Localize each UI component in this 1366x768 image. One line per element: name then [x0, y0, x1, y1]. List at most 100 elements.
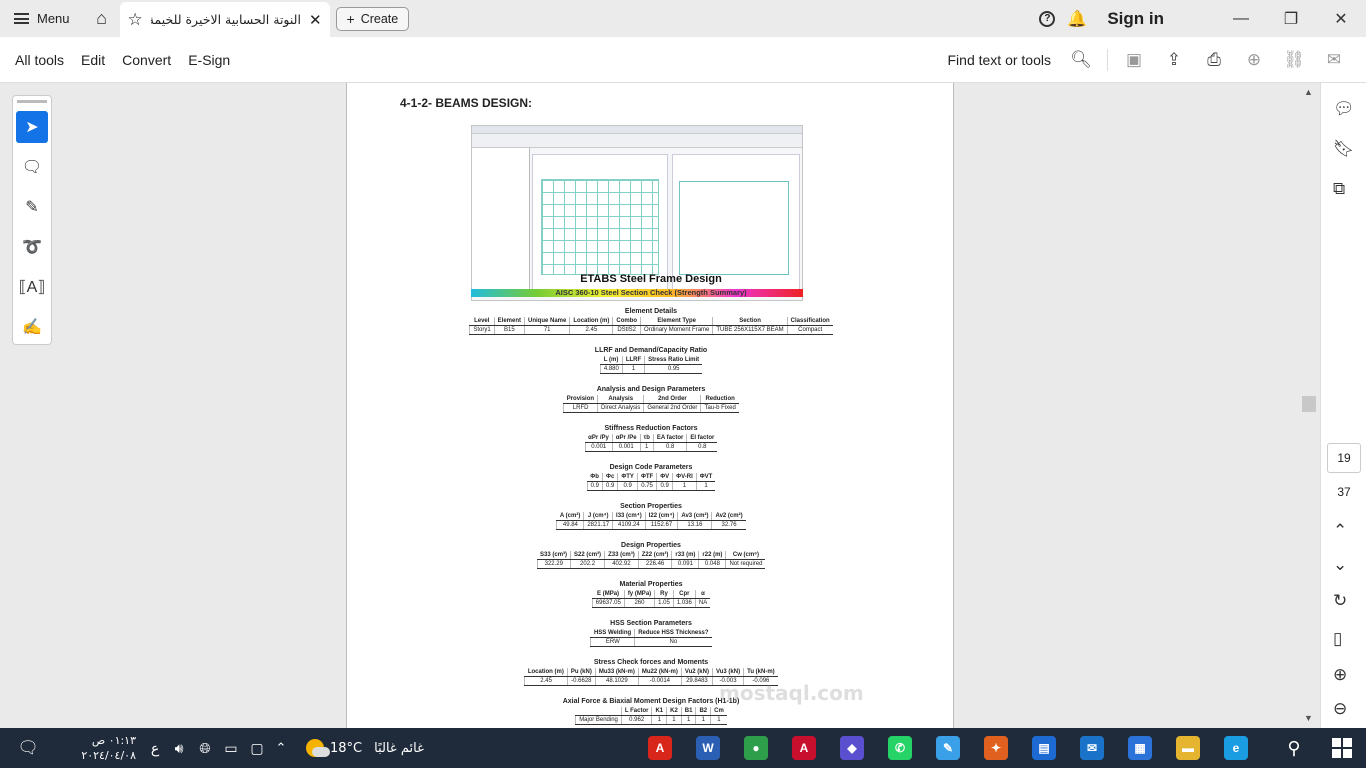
data-table: L Factor K1 K2 B1 B2 Cm Major Bending 0.962 1 1 1 1…	[575, 707, 727, 725]
sign-icon[interactable]: ✍	[16, 311, 48, 343]
taskbar-app[interactable]: ▬	[1164, 728, 1212, 768]
select-cursor-icon[interactable]: ➤	[16, 111, 48, 143]
menu-convert[interactable]: Convert	[122, 52, 188, 68]
table-header-cell: Level	[469, 317, 495, 326]
notification-center-icon[interactable]: 🗨	[0, 728, 56, 768]
table-cell: DStlS2	[612, 325, 641, 335]
scroll-up-arrow-icon[interactable]: ▲	[1304, 87, 1313, 97]
close-window-icon[interactable]: ✕	[1316, 9, 1366, 29]
design-section: Analysis and Design Parameters Provision A…	[347, 386, 953, 413]
design-section: Section Properties A (cm²) J (cm⁴) I33 (cm⁴…	[347, 503, 953, 530]
search-icon[interactable]: ⚲	[1275, 728, 1313, 768]
bell-icon[interactable]: 🔔	[1067, 9, 1087, 29]
scroll-thumb[interactable]	[1302, 396, 1316, 412]
sign-in-button[interactable]: Sign in	[1107, 9, 1164, 29]
comments-icon[interactable]: 💬︎	[1333, 99, 1355, 119]
table-header-cell: Mu22 (kN-m)	[637, 668, 682, 677]
network-icon[interactable]: 🌐︎	[192, 728, 218, 768]
table-header-cell: Location (m)	[569, 317, 613, 326]
page-fit-icon[interactable]: ▯	[1333, 629, 1342, 649]
system-clock[interactable]: ٠١:١٣ ص ٢٠٢٤/٠٤/٠٨	[64, 733, 136, 763]
taskbar-app[interactable]: ●	[732, 728, 780, 768]
taskbar-app[interactable]: ▤	[1020, 728, 1068, 768]
table-header-cell: Z22 (cm³)	[637, 551, 672, 560]
menu-button[interactable]: Menu	[0, 0, 84, 37]
bookmark-icon[interactable]: 🔖︎	[1333, 139, 1355, 159]
table-cell: 1	[651, 715, 667, 725]
table-header-cell: S33 (cm³)	[537, 551, 571, 560]
link-icon[interactable]: ⛓	[1274, 50, 1314, 70]
rotate-icon[interactable]: ↻	[1333, 591, 1347, 611]
help-icon[interactable]: ?	[1039, 10, 1056, 27]
show-hidden-icons-icon[interactable]: ⌃	[270, 728, 292, 768]
home-icon[interactable]: ⌂	[84, 0, 120, 37]
menu-edit[interactable]: Edit	[81, 52, 122, 68]
vertical-scrollbar[interactable]: ▲ ▼	[1300, 83, 1320, 728]
table-cell: 322.29	[536, 559, 571, 569]
language-indicator[interactable]: ع	[144, 728, 166, 768]
table-cell: NA	[694, 598, 711, 608]
table-cell: 1	[695, 481, 716, 491]
table-row: 0.9 0.9 0.9 0.75 0.9 1 1	[586, 481, 716, 491]
add-comment-icon[interactable]: 🗨	[16, 151, 48, 183]
table-header-cell: Z33 (cm³)	[604, 551, 639, 560]
table-cell: 48.1029	[594, 676, 639, 686]
panel-grip[interactable]	[17, 100, 47, 103]
zoom-in-icon[interactable]: ⊕	[1333, 665, 1347, 685]
find-text-label[interactable]: Find text or tools	[948, 52, 1052, 68]
table-cell: 0.95	[644, 364, 703, 374]
design-section: Material Properties E (MPa) fy (MPa) Ry Cpr α…	[347, 581, 953, 608]
data-table: Provision Analysis 2nd Order Reduction LRFD D…	[563, 395, 739, 413]
search-icon[interactable]: 🔍︎	[1061, 50, 1101, 70]
taskbar-app[interactable]: ✦	[972, 728, 1020, 768]
minimize-icon[interactable]: —	[1216, 10, 1266, 28]
device-icon[interactable]: ▢	[244, 728, 270, 768]
pages-icon[interactable]: ⧉	[1333, 179, 1345, 199]
volume-icon[interactable]: 🔊︎	[166, 728, 192, 768]
close-tab-icon[interactable]: ✕	[309, 11, 322, 29]
share-user-icon[interactable]: ⊕	[1234, 50, 1274, 70]
email-icon[interactable]: ✉	[1314, 50, 1354, 70]
table-header-cell: Combo	[612, 317, 641, 326]
weather-widget[interactable]: 18°C غائم غالبًا	[306, 739, 424, 757]
restore-icon[interactable]: ❐	[1266, 9, 1316, 29]
taskbar-app[interactable]: e	[1212, 728, 1260, 768]
data-table: αPr /Py αPr /Pe τb EA factor EI factor 0.001 0…	[584, 434, 718, 452]
next-page-icon[interactable]: ⌄	[1333, 555, 1347, 575]
taskbar-app[interactable]: ✎	[924, 728, 972, 768]
draw-freehand-icon[interactable]: ➰	[16, 231, 48, 263]
text-box-icon[interactable]: ⟦A⟧	[16, 271, 48, 303]
table-header-cell: B2	[695, 707, 711, 716]
taskbar-app[interactable]: A	[780, 728, 828, 768]
highlight-pen-icon[interactable]: ✎	[16, 191, 48, 223]
zoom-out-icon[interactable]: ⊖	[1333, 699, 1347, 719]
design-section: Design Code Parameters Φb Φc ΦTY ΦTF ΦV ΦV-RI Φ…	[347, 464, 953, 491]
battery-icon[interactable]: ▭	[218, 728, 244, 768]
menu-e-sign[interactable]: E-Sign	[188, 52, 247, 68]
prev-page-icon[interactable]: ⌃	[1333, 521, 1347, 541]
star-icon[interactable]: ☆	[128, 10, 143, 30]
table-header-cell: Ry	[654, 590, 674, 599]
table-header-cell: Tu (kN-m)	[743, 668, 778, 677]
taskbar-app[interactable]: ✆	[876, 728, 924, 768]
table-header-cell: Location (m)	[524, 668, 568, 677]
save-icon[interactable]: ▣	[1114, 50, 1154, 70]
table-cell: 1.036	[672, 598, 696, 608]
table-cell: 2.45	[569, 325, 613, 335]
table-header-cell: ΦV-RI	[672, 473, 697, 482]
taskbar-app[interactable]: ▦	[1116, 728, 1164, 768]
section-title: Stiffness Reduction Factors	[604, 425, 698, 432]
taskbar-app[interactable]: ✉	[1068, 728, 1116, 768]
print-icon[interactable]: ⎙	[1194, 50, 1234, 70]
taskbar-app[interactable]: A	[636, 728, 684, 768]
menu-all-tools[interactable]: All tools	[0, 52, 81, 68]
current-page-input[interactable]: 19	[1327, 443, 1361, 473]
document-tab[interactable]: ☆ النوتة الحسابية الاخيرة للخيمة... ✕	[119, 2, 330, 37]
create-button[interactable]: + Create	[335, 6, 410, 31]
upload-cloud-icon[interactable]: ⇪	[1154, 50, 1194, 70]
scroll-down-arrow-icon[interactable]: ▼	[1304, 713, 1313, 723]
windows-start-icon[interactable]	[1332, 738, 1352, 758]
taskbar-app[interactable]: W	[684, 728, 732, 768]
taskbar-app[interactable]: ◆	[828, 728, 876, 768]
table-cell: ERW	[590, 637, 635, 647]
